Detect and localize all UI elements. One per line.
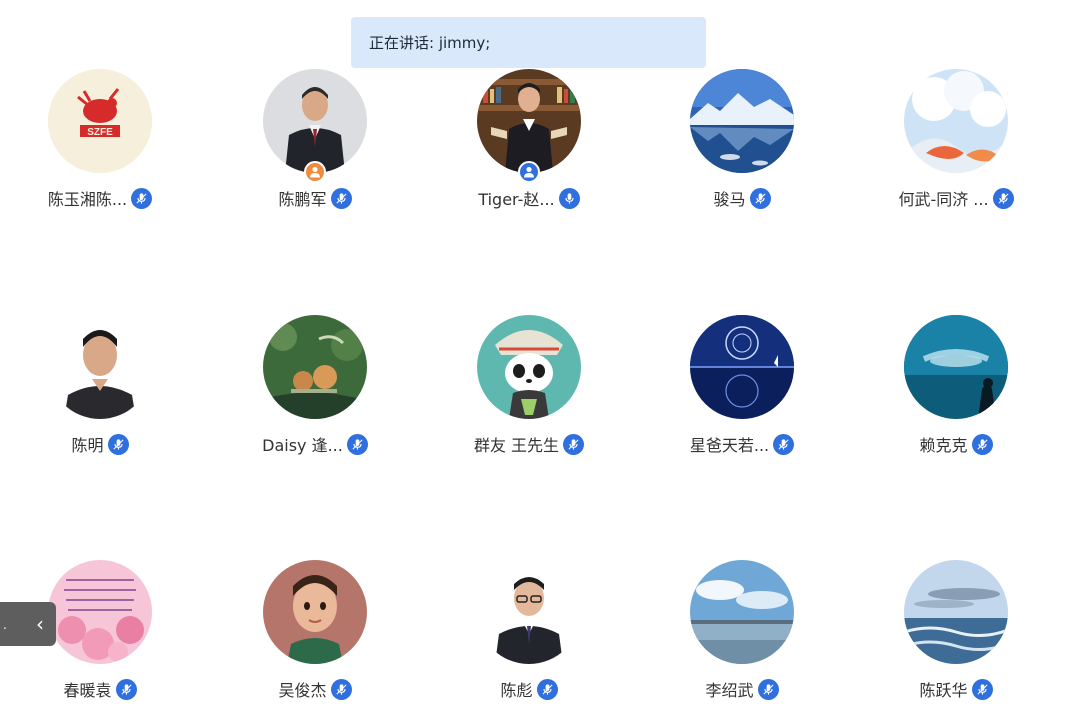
participant-tile[interactable]: Daisy 逢...: [225, 315, 405, 475]
participant-name-row: 陈跃华: [866, 677, 1046, 701]
microphone-icon[interactable]: [773, 433, 795, 455]
participant-name-row: 何武-同济 ...: [866, 186, 1046, 210]
szfe-logo-avatar: SZFE: [48, 69, 152, 173]
participant-name-row: 陈彪: [439, 677, 619, 701]
man-library-photo-avatar: [477, 69, 581, 173]
participant-tile[interactable]: Tiger-赵...: [439, 69, 619, 229]
participant-name-row: 星爸天若...: [652, 432, 832, 456]
participant-name: 陈跃华: [919, 681, 968, 700]
microphone-icon[interactable]: [330, 187, 352, 209]
participant-name: 星爸天若...: [689, 436, 770, 455]
glacier-landscape-avatar: [690, 69, 794, 173]
previous-page-button[interactable]: . ‹: [0, 602, 56, 646]
participant-name: 陈鹏军: [278, 190, 327, 209]
participant-tile[interactable]: 陈鹏军: [225, 69, 405, 229]
panda-illustration-avatar: [477, 315, 581, 419]
ocean-waves-avatar: [904, 560, 1008, 664]
participant-name-row: 陈鹏军: [225, 186, 405, 210]
participant-tile[interactable]: 星爸天若...: [652, 315, 832, 475]
person-icon: [304, 161, 326, 183]
microphone-icon[interactable]: [971, 678, 993, 700]
microphone-icon[interactable]: [107, 433, 129, 455]
microphone-icon[interactable]: [563, 433, 585, 455]
participant-tile[interactable]: 骏马: [652, 69, 832, 229]
participant-name-row: Tiger-赵...: [439, 186, 619, 210]
person-icon: [518, 161, 540, 183]
cartoon-boy-avatar: [263, 560, 367, 664]
aquarium-avatar: [904, 315, 1008, 419]
participant-name: 何武-同济 ...: [898, 190, 989, 209]
participant-name: 陈彪: [500, 681, 533, 700]
participant-tile[interactable]: 李绍武: [652, 560, 832, 720]
microphone-icon[interactable]: [749, 187, 771, 209]
participant-name-row: 群友 王先生: [439, 432, 619, 456]
microphone-icon[interactable]: [346, 433, 368, 455]
microphone-icon[interactable]: [558, 187, 580, 209]
meeting-gallery: 正在讲话: jimmy; SZFE 陈玉湘陈... 陈鹏军 Tiger-赵...…: [0, 0, 1080, 728]
participant-name-row: 春暖袁: [10, 677, 190, 701]
sky-koi-avatar: [904, 69, 1008, 173]
participant-tile[interactable]: 何武-同济 ...: [866, 69, 1046, 229]
microphone-icon[interactable]: [992, 187, 1014, 209]
previous-page-hint: .: [3, 618, 7, 632]
participant-name: 吴俊杰: [278, 681, 327, 700]
participant-name: 赖克克: [919, 436, 968, 455]
participant-name-row: Daisy 逢...: [225, 432, 405, 456]
participant-name-row: 陈玉湘陈...: [10, 186, 190, 210]
microphone-icon[interactable]: [536, 678, 558, 700]
participant-name-row: 骏马: [652, 186, 832, 210]
participant-tile[interactable]: 群友 王先生: [439, 315, 619, 475]
microphone-icon[interactable]: [757, 678, 779, 700]
seaside-sky-avatar: [690, 560, 794, 664]
participant-tile[interactable]: 陈明: [10, 315, 190, 475]
participant-name-row: 陈明: [10, 432, 190, 456]
microphone-icon[interactable]: [115, 678, 137, 700]
participant-tile[interactable]: 陈彪: [439, 560, 619, 720]
participant-name: 春暖袁: [63, 681, 112, 700]
participant-name: Tiger-赵...: [478, 190, 555, 209]
participant-name: 李绍武: [705, 681, 754, 700]
participant-name: 群友 王先生: [473, 436, 560, 455]
microphone-icon[interactable]: [131, 187, 153, 209]
participant-name: 陈明: [71, 436, 104, 455]
participant-name: Daisy 逢...: [262, 436, 343, 455]
participant-tile[interactable]: 陈跃华: [866, 560, 1046, 720]
participant-tile[interactable]: 吴俊杰: [225, 560, 405, 720]
cherry-blossom-avatar: [48, 560, 152, 664]
participant-tile[interactable]: 赖克克: [866, 315, 1046, 475]
participant-tile[interactable]: SZFE 陈玉湘陈...: [10, 69, 190, 229]
svg-text:SZFE: SZFE: [87, 127, 113, 138]
night-reflection-avatar: [690, 315, 794, 419]
snails-avatar: [263, 315, 367, 419]
man-suit-photo-avatar: [263, 69, 367, 173]
participant-name-row: 李绍武: [652, 677, 832, 701]
microphone-icon[interactable]: [971, 433, 993, 455]
participant-grid: SZFE 陈玉湘陈... 陈鹏军 Tiger-赵... 骏马 何武-同济 ...…: [0, 0, 1080, 728]
participant-name-row: 吴俊杰: [225, 677, 405, 701]
man-portrait-avatar: [48, 315, 152, 419]
participant-name-row: 赖克克: [866, 432, 1046, 456]
microphone-icon[interactable]: [330, 678, 352, 700]
participant-name: 骏马: [713, 190, 746, 209]
chevron-left-icon: ‹: [36, 612, 44, 636]
participant-name: 陈玉湘陈...: [47, 190, 128, 209]
man-glasses-avatar: [477, 560, 581, 664]
